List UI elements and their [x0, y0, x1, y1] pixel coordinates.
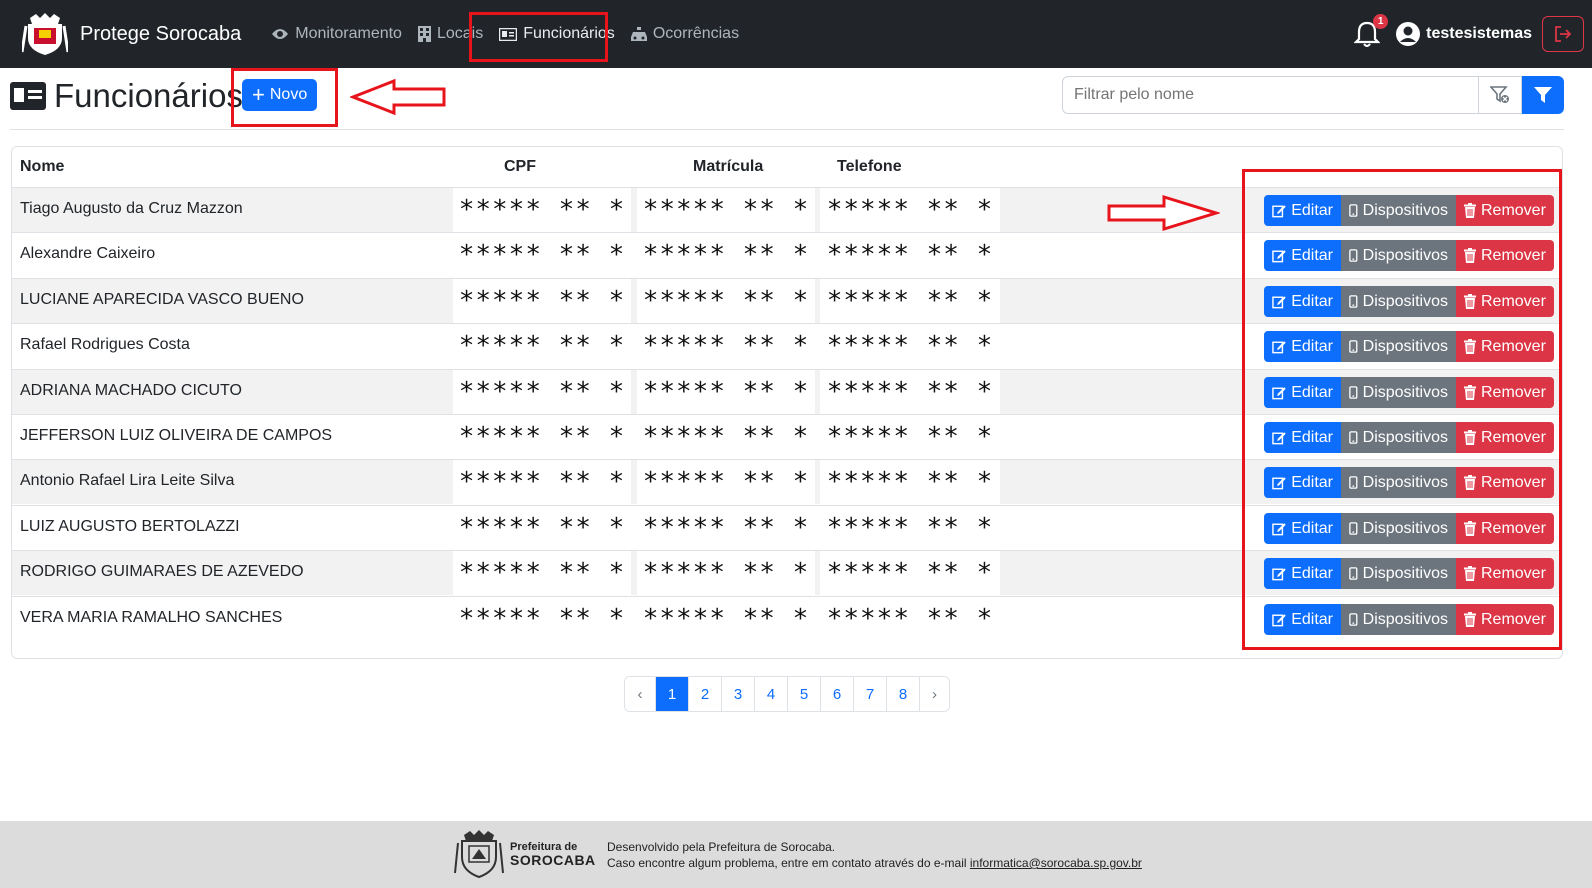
- employee-name-cell: Alexandre Caixeiro: [20, 245, 156, 262]
- matricula-cell: ***** ** *: [637, 597, 815, 641]
- notifications-button[interactable]: 1: [1353, 14, 1389, 48]
- pagination-page[interactable]: 3: [721, 677, 754, 711]
- pagination-page[interactable]: 7: [853, 677, 886, 711]
- logout-button[interactable]: [1542, 16, 1584, 52]
- cpf-cell: ***** ** *: [453, 233, 631, 277]
- building-icon: [417, 26, 431, 42]
- telefone-cell: ***** ** *: [820, 188, 1000, 232]
- pagination-page[interactable]: 4: [754, 677, 787, 711]
- matricula-cell: ***** ** *: [637, 460, 815, 504]
- employee-name-cell: ADRIANA MACHADO CICUTO: [20, 382, 242, 399]
- cpf-cell: ***** ** *: [453, 506, 631, 550]
- id-card-icon: [10, 82, 46, 110]
- page-title: Funcionários: [54, 77, 243, 114]
- column-header-cpf: CPF: [504, 158, 536, 175]
- pagination-page[interactable]: 6: [820, 677, 853, 711]
- highlight-nav-box: [469, 12, 608, 62]
- notification-count-badge: 1: [1373, 14, 1389, 29]
- pagination-page[interactable]: 1: [655, 677, 688, 711]
- telefone-cell: ***** ** *: [820, 279, 1000, 323]
- telefone-cell: ***** ** *: [820, 324, 1000, 368]
- pagination-next[interactable]: ›: [919, 677, 949, 711]
- matricula-cell: ***** ** *: [637, 279, 815, 323]
- footer-logo-text: Prefeitura de SOROCABA: [510, 841, 596, 867]
- footer: Prefeitura de SOROCABA Desenvolvido pela…: [0, 821, 1592, 888]
- matricula-cell: ***** ** *: [637, 324, 815, 368]
- employee-name-cell: RODRIGO GUIMARAES DE AZEVEDO: [20, 563, 304, 580]
- app-name: Protege Sorocaba: [80, 22, 242, 45]
- eye-icon: [272, 29, 289, 39]
- user-avatar-icon: [1396, 22, 1421, 46]
- user-menu[interactable]: testesistemas: [1396, 22, 1532, 46]
- pagination-page[interactable]: 2: [688, 677, 721, 711]
- car-icon: [630, 26, 647, 41]
- cpf-cell: ***** ** *: [453, 597, 631, 641]
- footer-logo-line2: SOROCABA: [510, 852, 596, 868]
- apply-filter-button[interactable]: [1522, 76, 1564, 114]
- telefone-cell: ***** ** *: [820, 597, 1000, 641]
- username: testesistemas: [1426, 25, 1532, 42]
- pagination-prev[interactable]: ‹: [625, 677, 655, 711]
- employee-name-cell: JEFFERSON LUIZ OLIVEIRA DE CAMPOS: [20, 427, 333, 444]
- column-header-nome: Nome: [20, 158, 65, 175]
- annotation-arrow-right: [1107, 194, 1220, 232]
- matricula-cell: ***** ** *: [637, 370, 815, 414]
- footer-line2: Caso encontre algum problema, entre em c…: [607, 855, 1142, 871]
- filter-icon: [1534, 87, 1552, 103]
- footer-email-link[interactable]: informatica@sorocaba.sp.gov.br: [970, 856, 1142, 870]
- highlight-actions-box: [1242, 169, 1562, 650]
- filter-group: [1062, 76, 1564, 114]
- clear-filter-button[interactable]: [1479, 76, 1522, 114]
- telefone-cell: ***** ** *: [820, 460, 1000, 504]
- cpf-cell: ***** ** *: [453, 279, 631, 323]
- cpf-cell: ***** ** *: [453, 551, 631, 595]
- matricula-cell: ***** ** *: [637, 233, 815, 277]
- employee-name-cell: Antonio Rafael Lira Leite Silva: [20, 472, 235, 489]
- employee-name-cell: Tiago Augusto da Cruz Mazzon: [20, 200, 243, 217]
- matricula-cell: ***** ** *: [637, 415, 815, 459]
- brand[interactable]: Protege Sorocaba: [22, 12, 241, 56]
- cpf-cell: ***** ** *: [453, 370, 631, 414]
- footer-text: Desenvolvido pela Prefeitura de Sorocaba…: [607, 839, 1142, 871]
- footer-line2-prefix: Caso encontre algum problema, entre em c…: [607, 856, 967, 870]
- telefone-cell: ***** ** *: [820, 551, 1000, 595]
- employee-name-cell: Rafael Rodrigues Costa: [20, 336, 190, 353]
- logout-icon: [1555, 26, 1572, 42]
- city-crest-logo: [454, 830, 504, 879]
- telefone-cell: ***** ** *: [820, 415, 1000, 459]
- pagination: ‹ 1 2 3 4 5 6 7 8 ›: [624, 676, 950, 712]
- column-header-telefone: Telefone: [837, 158, 902, 175]
- top-navbar: Protege Sorocaba Monitoramento Locais Fu…: [0, 0, 1592, 68]
- matricula-cell: ***** ** *: [637, 506, 815, 550]
- cpf-cell: ***** ** *: [453, 460, 631, 504]
- cpf-cell: ***** ** *: [453, 415, 631, 459]
- pagination-page[interactable]: 8: [886, 677, 919, 711]
- column-header-matricula: Matrícula: [693, 158, 764, 175]
- pagination-page[interactable]: 5: [787, 677, 820, 711]
- telefone-cell: ***** ** *: [820, 370, 1000, 414]
- cpf-cell: ***** ** *: [453, 324, 631, 368]
- nav-right: 1 testesistemas: [1353, 0, 1584, 68]
- city-crest-logo: [22, 13, 68, 55]
- footer-logo: Prefeitura de SOROCABA: [454, 829, 596, 879]
- telefone-cell: ***** ** *: [820, 233, 1000, 277]
- employee-name-cell: VERA MARIA RAMALHO SANCHES: [20, 609, 283, 626]
- header-divider: [10, 129, 1564, 130]
- filter-name-input[interactable]: [1062, 76, 1479, 114]
- nav-ocorrencias-label: Ocorrências: [652, 25, 740, 42]
- telefone-cell: ***** ** *: [820, 506, 1000, 550]
- page-header: Funcionários + Novo: [10, 76, 318, 116]
- nav-monitoramento[interactable]: Monitoramento: [263, 14, 410, 54]
- annotation-arrow-left: [350, 78, 446, 116]
- nav-ocorrencias[interactable]: Ocorrências: [623, 14, 747, 54]
- cpf-cell: ***** ** *: [453, 188, 631, 232]
- filter-clear-icon: [1490, 86, 1509, 103]
- employee-name-cell: LUCIANE APARECIDA VASCO BUENO: [20, 291, 304, 308]
- employee-name-cell: LUIZ AUGUSTO BERTOLAZZI: [20, 518, 240, 535]
- footer-line1: Desenvolvido pela Prefeitura de Sorocaba…: [607, 840, 836, 854]
- nav-monitoramento-label: Monitoramento: [295, 25, 402, 42]
- matricula-cell: ***** ** *: [637, 188, 815, 232]
- highlight-new-button-box: [231, 68, 338, 127]
- matricula-cell: ***** ** *: [637, 551, 815, 595]
